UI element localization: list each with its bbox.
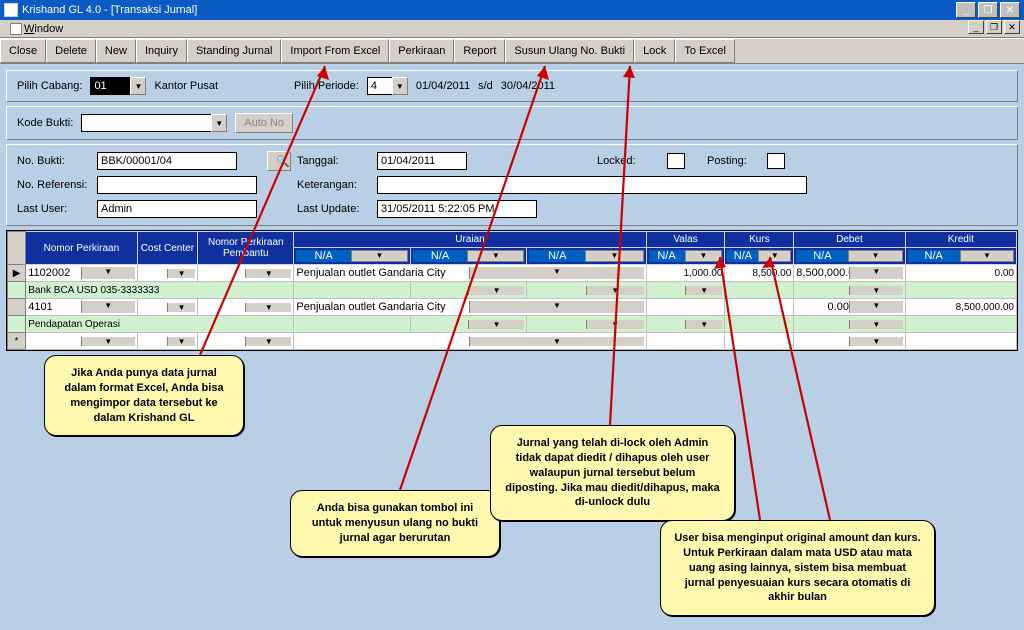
window-title: Krishand GL 4.0 - [Transaksi Jurnal] (22, 4, 197, 16)
filter-kurs[interactable]: N/A▼ (725, 248, 794, 265)
table-sub-row[interactable]: Bank BCA USD 035-3333333▼▼▼▼ (8, 282, 1017, 299)
last-update-input[interactable] (377, 200, 537, 218)
mdi-restore[interactable]: ❐ (986, 20, 1002, 34)
kode-bukti-label: Kode Bukti: (17, 117, 73, 129)
toolbar-delete[interactable]: Delete (46, 39, 96, 63)
toolbar-standing-jurnal[interactable]: Standing Jurnal (187, 39, 281, 63)
window-titlebar: Krishand GL 4.0 - [Transaksi Jurnal] _ ❐… (0, 0, 1024, 20)
toolbar-inquiry[interactable]: Inquiry (136, 39, 187, 63)
filter-panel-1: Pilih Cabang: ▼ Kantor Pusat Pilih Perio… (6, 70, 1018, 102)
row-selector-header (8, 232, 26, 265)
periode-combo[interactable]: ▼ (367, 77, 408, 95)
toolbar-susun-ulang[interactable]: Susun Ulang No. Bukti (505, 39, 634, 63)
chevron-down-icon[interactable]: ▼ (392, 77, 408, 95)
kode-bukti-combo[interactable]: ▼ (81, 114, 227, 132)
filter-uraian-1[interactable]: N/A▼ (294, 248, 410, 265)
toolbar-new[interactable]: New (96, 39, 136, 63)
last-user-label: Last User: (17, 203, 97, 215)
mdi-minimize[interactable]: _ (968, 20, 984, 34)
col-nomor-perkiraan[interactable]: Nomor Perkiraan (26, 232, 137, 265)
menu-window-rest: indow (34, 23, 63, 35)
sd-label: s/d (478, 80, 493, 92)
callout-import-excel: Jika Anda punya data jurnal dalam format… (44, 355, 244, 436)
toolbar-perkiraan[interactable]: Perkiraan (389, 39, 454, 63)
toolbar-to-excel[interactable]: To Excel (675, 39, 735, 63)
keterangan-label: Keterangan: (297, 179, 377, 191)
col-kurs[interactable]: Kurs (725, 232, 794, 248)
no-bukti-label: No. Bukti: (17, 155, 97, 167)
filter-kredit[interactable]: N/A▼ (905, 248, 1016, 265)
lookup-button[interactable]: 🔍 (267, 151, 291, 171)
toolbar: Close Delete New Inquiry Standing Jurnal… (0, 38, 1024, 64)
chevron-down-icon[interactable]: ▼ (211, 114, 227, 132)
cabang-name: Kantor Pusat (154, 80, 218, 92)
col-valas[interactable]: Valas (646, 232, 725, 248)
no-ref-label: No. Referensi: (17, 179, 97, 191)
form-panel: No. Bukti: 🔍 Tanggal: Locked: Posting: N… (6, 144, 1018, 226)
locked-label: Locked: (597, 155, 667, 167)
tanggal-label: Tanggal: (297, 155, 377, 167)
callout-valas-kurs: User bisa menginput original amount dan … (660, 520, 935, 616)
table-row[interactable]: *▼▼▼▼▼ (8, 333, 1017, 350)
table-row[interactable]: 4101▼▼▼Penjualan outlet Gandaria City▼0.… (8, 299, 1017, 316)
posting-checkbox[interactable] (767, 153, 785, 169)
toolbar-lock[interactable]: Lock (634, 39, 675, 63)
kode-bukti-input[interactable] (81, 114, 211, 132)
pilih-periode-label: Pilih Periode: (294, 80, 359, 92)
maximize-button[interactable]: ❐ (978, 2, 998, 18)
callout-lock: Jurnal yang telah di-lock oleh Admin tid… (490, 425, 735, 521)
cabang-input[interactable] (90, 77, 130, 95)
table-sub-row[interactable]: Pendapatan Operasi▼▼▼▼ (8, 316, 1017, 333)
date-from: 01/04/2011 (416, 80, 470, 92)
toolbar-close[interactable]: Close (0, 39, 46, 63)
posting-label: Posting: (707, 155, 767, 167)
date-to: 30/04/2011 (501, 80, 555, 92)
col-uraian[interactable]: Uraian (294, 232, 646, 248)
menu-window[interactable]: Window (4, 22, 69, 36)
filter-uraian-3[interactable]: N/A▼ (527, 248, 646, 265)
filter-valas[interactable]: N/A▼ (646, 248, 725, 265)
callout-susun-ulang: Anda bisa gunakan tombol ini untuk menyu… (290, 490, 500, 557)
minimize-button[interactable]: _ (956, 2, 976, 18)
tanggal-input[interactable] (377, 152, 467, 170)
filter-panel-2: Kode Bukti: ▼ Auto No (6, 106, 1018, 140)
filter-debet[interactable]: N/A▼ (794, 248, 905, 265)
pilih-cabang-label: Pilih Cabang: (17, 80, 82, 92)
close-window-button[interactable]: ✕ (1000, 2, 1020, 18)
no-ref-input[interactable] (97, 176, 257, 194)
mdi-close[interactable]: ✕ (1004, 20, 1020, 34)
col-kredit[interactable]: Kredit (905, 232, 1016, 248)
col-nomor-pembantu[interactable]: Nomor Perkiraan Pembantu (198, 232, 294, 265)
workspace: Pilih Cabang: ▼ Kantor Pusat Pilih Perio… (0, 64, 1024, 357)
toolbar-import-excel[interactable]: Import From Excel (281, 39, 389, 63)
filter-uraian-2[interactable]: N/A▼ (410, 248, 526, 265)
col-cost-center[interactable]: Cost Center (137, 232, 198, 265)
table-row[interactable]: ▶1102002▼▼▼Penjualan outlet Gandaria Cit… (8, 265, 1017, 282)
periode-input[interactable] (367, 77, 392, 95)
last-update-label: Last Update: (297, 203, 377, 215)
journal-grid[interactable]: Nomor Perkiraan Cost Center Nomor Perkir… (6, 230, 1018, 351)
locked-checkbox[interactable] (667, 153, 685, 169)
no-bukti-input[interactable] (97, 152, 237, 170)
menu-bar: Window (0, 20, 1024, 38)
col-debet[interactable]: Debet (794, 232, 905, 248)
last-user-input[interactable] (97, 200, 257, 218)
cabang-combo[interactable]: ▼ (90, 77, 146, 95)
auto-no-button[interactable]: Auto No (235, 113, 293, 133)
toolbar-report[interactable]: Report (454, 39, 505, 63)
app-icon (4, 3, 18, 17)
chevron-down-icon[interactable]: ▼ (130, 77, 146, 95)
keterangan-input[interactable] (377, 176, 807, 194)
mdi-child-buttons: _ ❐ ✕ (968, 20, 1020, 34)
window-menu-icon (10, 23, 22, 35)
